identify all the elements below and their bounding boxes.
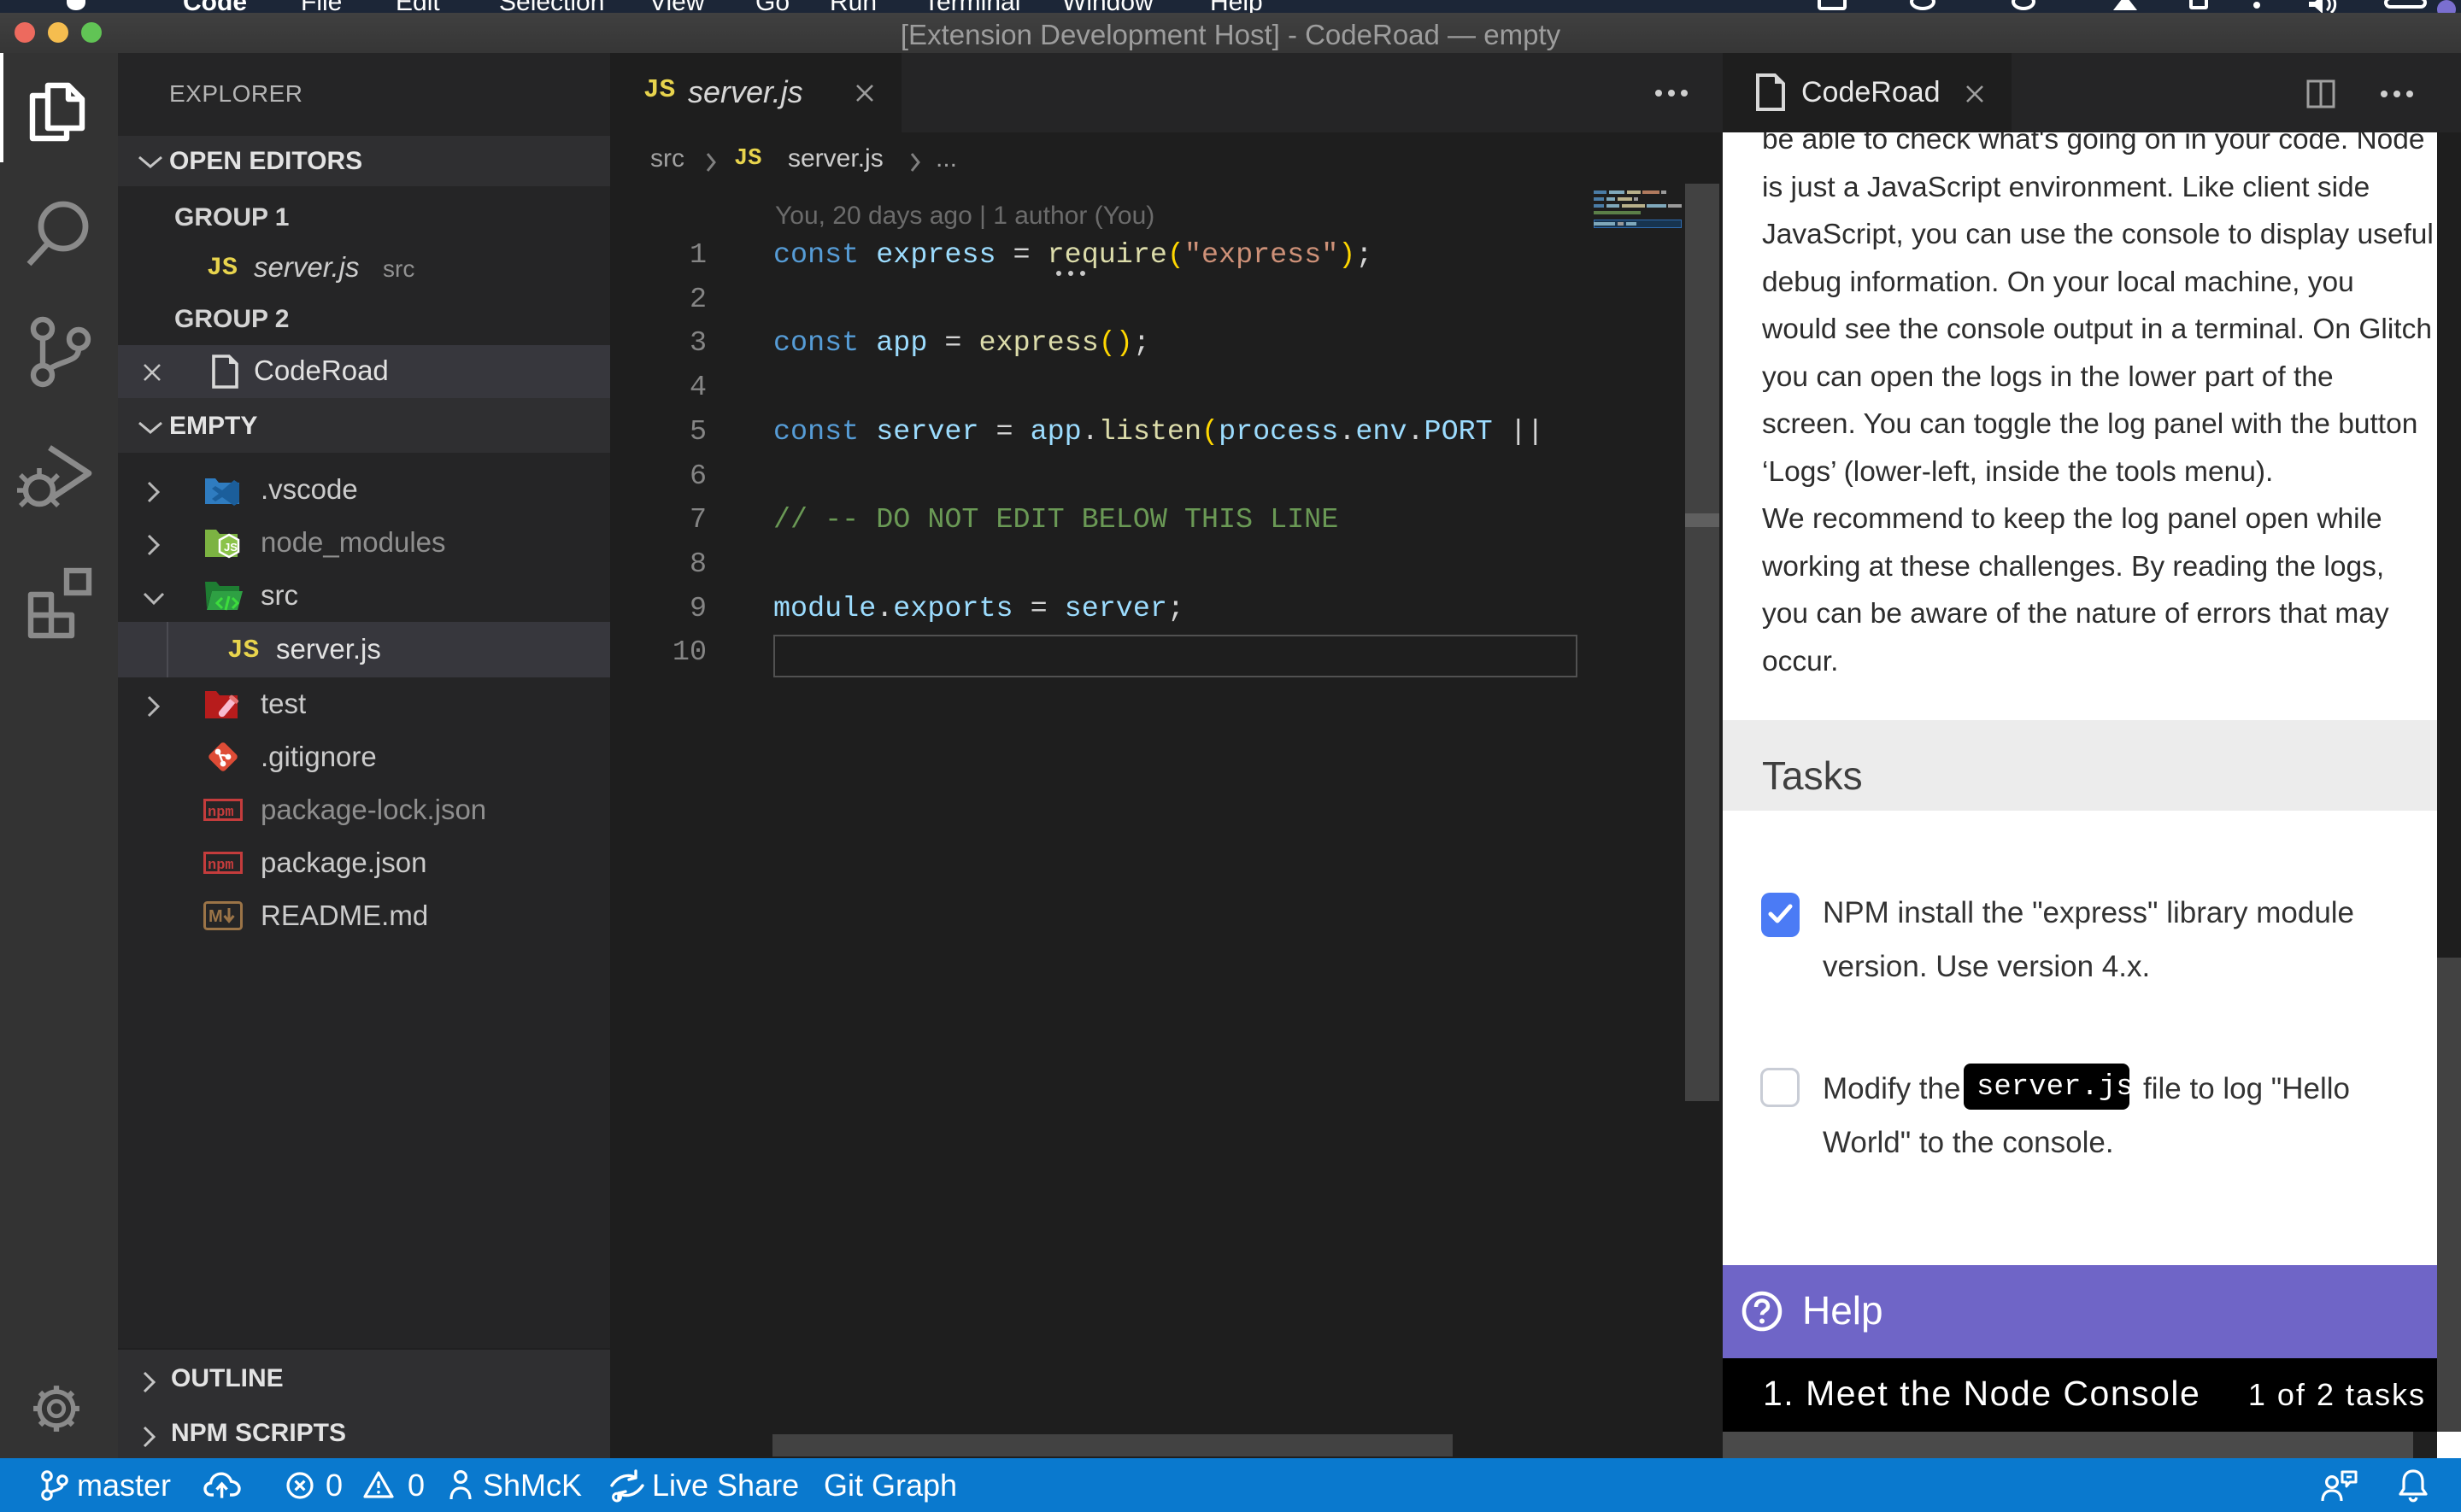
- svg-text:JS: JS: [224, 541, 238, 554]
- svg-text:npm: npm: [208, 805, 234, 821]
- svg-text:M: M: [209, 907, 223, 926]
- svg-text:npm: npm: [208, 858, 234, 874]
